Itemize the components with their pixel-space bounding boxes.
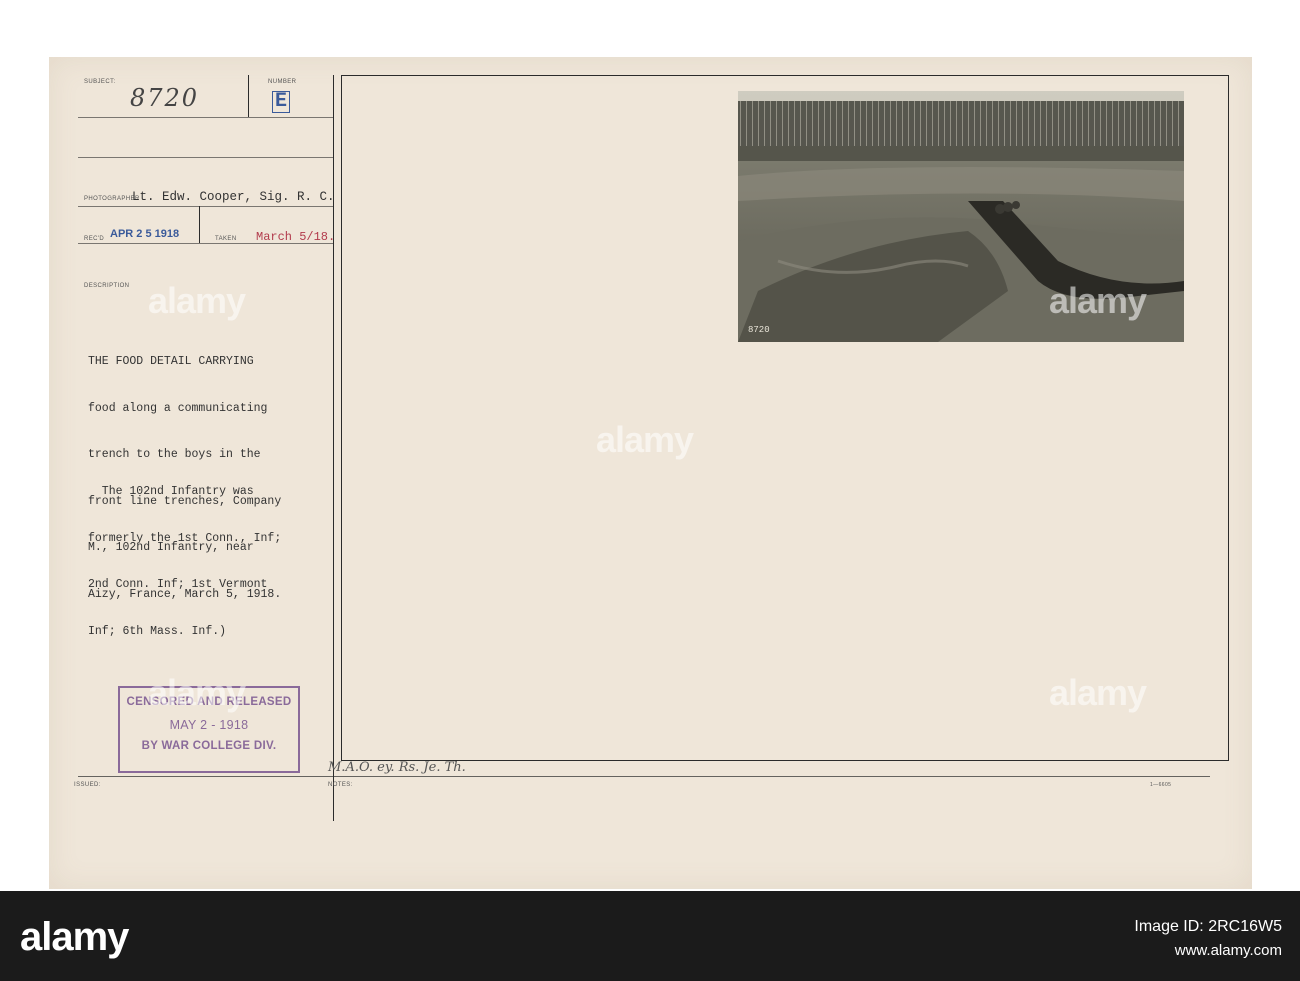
stamp-line: BY WAR COLLEGE DIV. bbox=[141, 740, 277, 752]
frame-top bbox=[341, 75, 1229, 76]
image-id: Image ID: 2RC16W5 bbox=[1134, 918, 1282, 935]
note-line: formerly the 1st Conn., Inf; bbox=[88, 531, 282, 545]
watermark: alamy bbox=[148, 672, 246, 713]
frame-left bbox=[341, 75, 342, 761]
divider-vertical-subject bbox=[248, 75, 249, 117]
divider-header-bottom bbox=[78, 157, 334, 158]
note-line: Inf; 6th Mass. Inf.) bbox=[88, 624, 227, 638]
footer-bar bbox=[0, 891, 1300, 981]
divider-vertical-main bbox=[333, 75, 334, 821]
note-line: The 102nd Infantry was bbox=[88, 485, 254, 498]
taken-label: TAKEN bbox=[215, 236, 237, 242]
number-value: E bbox=[272, 91, 290, 113]
watermark: alamy bbox=[1049, 672, 1147, 713]
notes-handwriting: M.A.O. ey. Rs. Je. Th. bbox=[328, 760, 466, 775]
notes-label: NOTES: bbox=[328, 782, 353, 788]
frame-bottom bbox=[341, 760, 1229, 761]
recd-date-stamp: APR 2 5 1918 bbox=[110, 228, 180, 240]
taken-value: March 5/18. bbox=[256, 230, 336, 244]
issued-label: ISSUED: bbox=[74, 782, 101, 788]
recd-label: REC'D bbox=[84, 236, 105, 242]
frame-right bbox=[1228, 75, 1229, 761]
description-line: THE FOOD DETAIL CARRYING bbox=[88, 355, 254, 368]
photographer-value: Lt. Edw. Cooper, Sig. R. C. bbox=[132, 190, 335, 204]
description-label: DESCRIPTION bbox=[84, 283, 130, 289]
subject-label: SUBJECT: bbox=[84, 79, 116, 85]
divider-photographer-bottom bbox=[78, 206, 334, 207]
note-line: 2nd Conn. Inf; 1st Vermont bbox=[88, 578, 268, 591]
description-line: food along a communicating bbox=[88, 401, 268, 415]
watermark: alamy bbox=[148, 280, 246, 321]
divider-footer-row bbox=[78, 776, 1210, 777]
unit-history-note: The 102nd Infantry was formerly the 1st … bbox=[88, 453, 281, 655]
form-code: 1—6605 bbox=[1150, 782, 1172, 788]
stamp-line: MAY 2 - 1918 bbox=[169, 718, 249, 732]
alamy-logo[interactable]: alamy bbox=[20, 915, 129, 960]
photo-negative-number: 8720 bbox=[748, 325, 770, 335]
watermark: alamy bbox=[1049, 280, 1147, 321]
subject-value: 8720 bbox=[130, 84, 200, 112]
watermark: alamy bbox=[596, 419, 694, 460]
site-url[interactable]: www.alamy.com bbox=[1175, 942, 1282, 959]
divider-recd-vertical bbox=[199, 206, 200, 243]
divider-subject-bottom bbox=[78, 117, 334, 118]
number-label: NUMBER bbox=[268, 79, 297, 85]
